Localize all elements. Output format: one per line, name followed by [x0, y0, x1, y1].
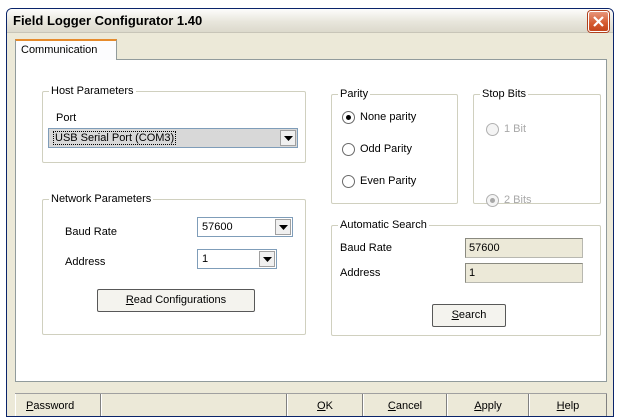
radio-2-bits[interactable]: 2 Bits: [486, 194, 586, 208]
password-button[interactable]: Password: [15, 394, 101, 416]
radio-odd-parity[interactable]: Odd Parity: [342, 143, 452, 157]
status-spacer: [101, 394, 287, 416]
radio-1-bit-button[interactable]: [486, 123, 499, 136]
chevron-down-icon: [263, 257, 272, 262]
configurator-window: Field Logger Configurator 1.40 Communica…: [6, 8, 614, 417]
radio-2-bits-label: 2 Bits: [504, 194, 532, 206]
communication-panel: Host Parameters Port USB Serial Port (CO…: [15, 59, 607, 382]
automatic-search-title: Automatic Search: [338, 218, 429, 232]
port-value: USB Serial Port (COM3): [53, 131, 177, 145]
tab-communication-label: Communication: [21, 44, 98, 56]
cancel-button[interactable]: Cancel: [363, 394, 447, 416]
port-dropdown-button[interactable]: [280, 130, 296, 146]
radio-odd-parity-label: Odd Parity: [360, 143, 412, 155]
host-parameters-title: Host Parameters: [49, 84, 136, 98]
address-label: Address: [65, 256, 106, 268]
close-button[interactable]: [588, 11, 609, 32]
parity-title: Parity: [338, 87, 371, 101]
address-select[interactable]: 1: [197, 249, 277, 269]
title-bar[interactable]: Field Logger Configurator 1.40: [7, 9, 613, 33]
stop-bits-title: Stop Bits: [480, 87, 529, 101]
auto-address-value: 1: [469, 267, 476, 279]
auto-baud-rate-value: 57600: [469, 242, 500, 254]
radio-1-bit-label: 1 Bit: [504, 123, 527, 135]
chevron-down-icon: [279, 225, 288, 230]
auto-baud-rate-label: Baud Rate: [340, 242, 392, 254]
ok-button[interactable]: OK: [287, 394, 363, 416]
baud-rate-value: 57600: [202, 221, 233, 233]
host-parameters-group: Host Parameters Port USB Serial Port (CO…: [42, 84, 306, 163]
window-title: Field Logger Configurator 1.40: [13, 13, 203, 28]
read-configurations-button[interactable]: Read Configurations: [97, 289, 255, 312]
network-parameters-group: Network Parameters Baud Rate 57600 Addre…: [42, 192, 306, 335]
auto-baud-rate-field: 57600: [465, 238, 583, 258]
baud-rate-select[interactable]: 57600: [197, 217, 293, 237]
chevron-down-icon: [284, 136, 293, 141]
auto-address-label: Address: [340, 267, 381, 279]
parity-group: Parity None parity Odd Parity Even Parit…: [331, 87, 458, 204]
address-dropdown-button[interactable]: [259, 251, 275, 267]
radio-none-parity[interactable]: None parity: [342, 111, 452, 125]
port-select[interactable]: USB Serial Port (COM3): [48, 128, 298, 148]
close-icon: [593, 16, 604, 27]
help-button[interactable]: Help: [529, 394, 607, 416]
radio-2-bits-button[interactable]: [486, 194, 499, 207]
baud-rate-dropdown-button[interactable]: [275, 219, 291, 235]
network-parameters-title: Network Parameters: [49, 192, 154, 206]
stop-bits-group: Stop Bits 1 Bit 2 Bits: [473, 87, 601, 207]
apply-button[interactable]: Apply: [447, 394, 529, 416]
radio-even-parity-label: Even Parity: [360, 175, 417, 187]
radio-even-parity-button[interactable]: [342, 175, 355, 188]
port-label: Port: [56, 112, 77, 124]
radio-none-parity-button[interactable]: [342, 111, 355, 124]
radio-none-parity-label: None parity: [360, 111, 417, 123]
address-value: 1: [202, 253, 209, 265]
radio-even-parity[interactable]: Even Parity: [342, 175, 452, 189]
auto-address-field: 1: [465, 263, 583, 283]
bottom-button-bar: Password OK Cancel Apply Help: [15, 393, 607, 416]
automatic-search-group: Automatic Search Baud Rate 57600 Address…: [331, 218, 601, 336]
tab-communication[interactable]: Communication: [15, 39, 117, 60]
search-button[interactable]: Search: [432, 304, 506, 327]
baud-rate-label: Baud Rate: [65, 226, 117, 238]
radio-1-bit[interactable]: 1 Bit: [486, 123, 586, 137]
radio-odd-parity-button[interactable]: [342, 143, 355, 156]
